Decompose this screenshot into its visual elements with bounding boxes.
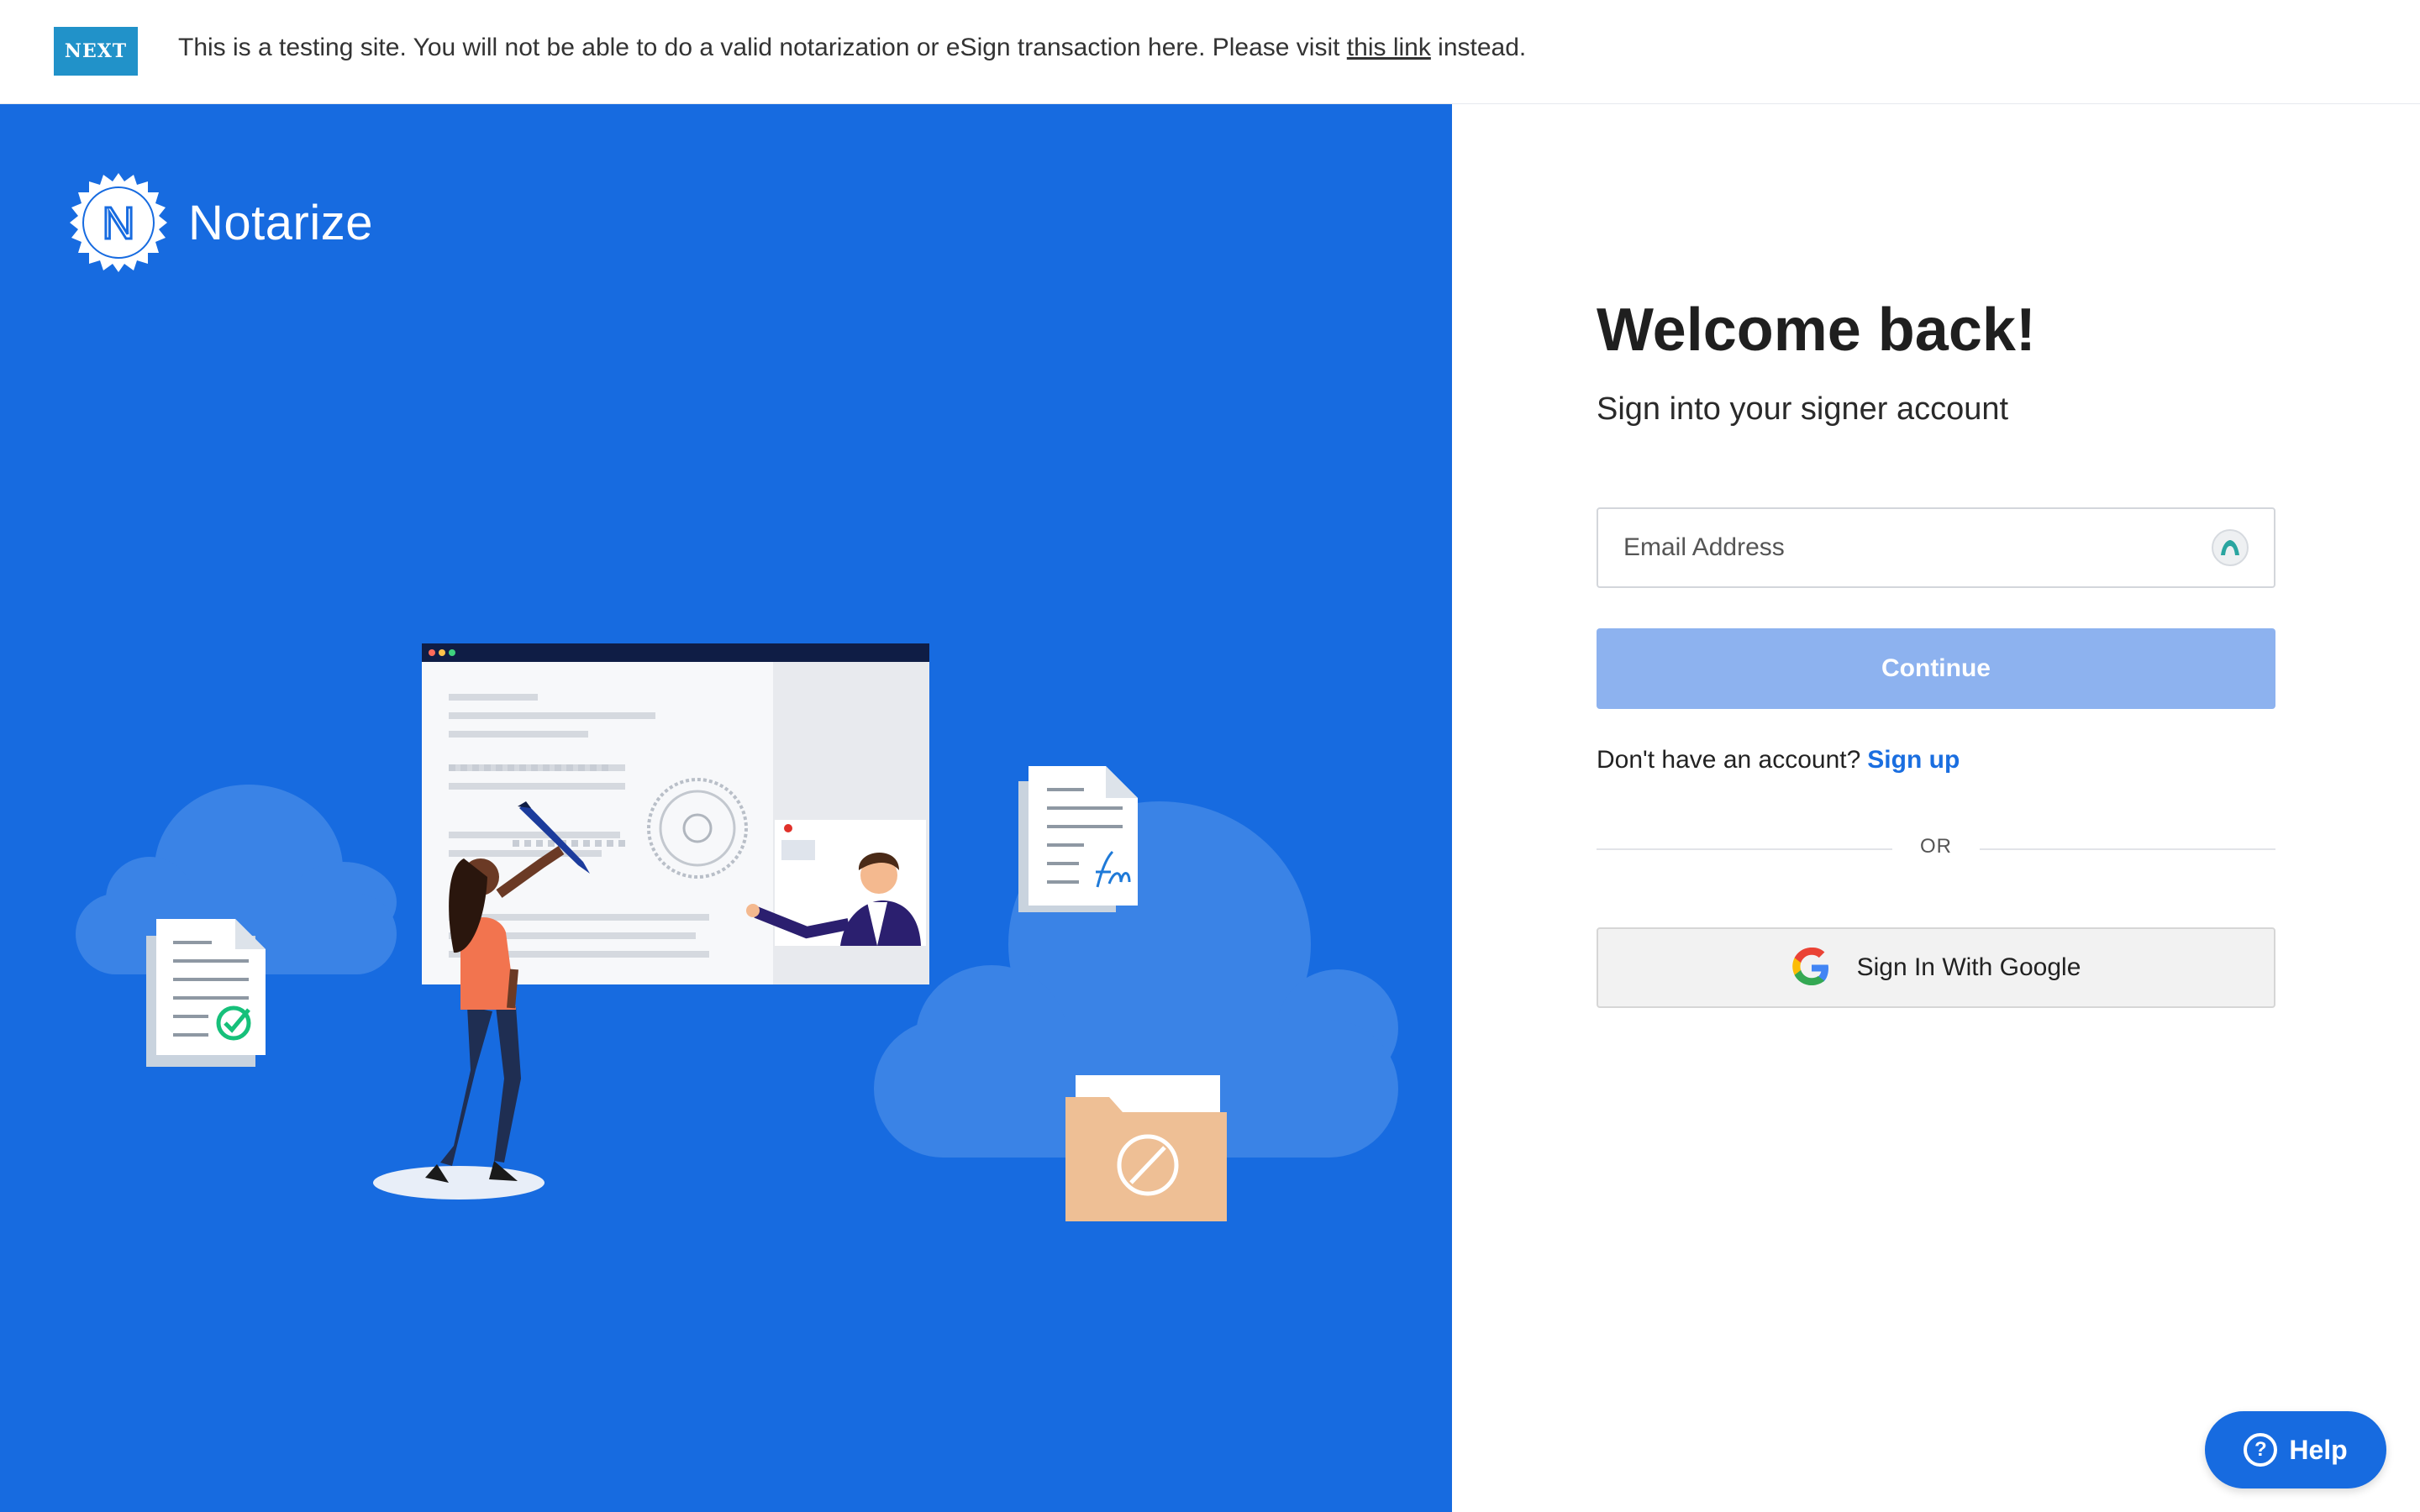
email-input[interactable]: [1623, 533, 2212, 562]
password-manager-glyph: [2221, 540, 2239, 555]
or-divider: OR: [1597, 835, 2275, 858]
notarize-logo[interactable]: N Notarize: [67, 171, 373, 274]
continue-button[interactable]: Continue: [1597, 628, 2275, 709]
hero-panel: N Notarize: [0, 104, 1452, 1512]
notarization-illustration: [76, 643, 1398, 1221]
document-check-icon: [146, 919, 266, 1067]
banner-message-start: This is a testing site. You will not be …: [178, 34, 1347, 61]
question-circle-icon: ?: [2244, 1433, 2278, 1467]
banner-message-end: instead.: [1430, 34, 1527, 61]
signup-prompt: Don't have an account? Sign up: [1597, 746, 1960, 774]
google-icon: [1791, 948, 1828, 985]
google-signin-button[interactable]: Sign In With Google: [1597, 927, 2275, 1008]
signed-document-icon: [1018, 766, 1138, 912]
testing-site-banner: NEXT This is a testing site. You will no…: [0, 0, 2420, 104]
folder-icon: [1065, 1075, 1227, 1221]
no-account-text: Don't have an account?: [1597, 746, 1861, 774]
divider-line-right: [1980, 848, 2275, 850]
login-panel: Welcome back! Sign into your signer acco…: [1452, 104, 2420, 1512]
help-label: Help: [2289, 1434, 2348, 1465]
signup-link[interactable]: Sign up: [1867, 746, 1960, 774]
banner-link[interactable]: this link: [1347, 34, 1431, 61]
email-field[interactable]: [1597, 507, 2275, 588]
google-signin-label: Sign In With Google: [1856, 953, 2081, 981]
brand-name: Notarize: [188, 195, 373, 250]
page-subtitle: Sign into your signer account: [1597, 391, 2009, 427]
logo-letter: N: [103, 198, 135, 249]
next-badge: NEXT: [54, 27, 138, 76]
help-button[interactable]: ? Help: [2205, 1411, 2386, 1488]
page-title: Welcome back!: [1597, 297, 2036, 364]
banner-message: This is a testing site. You will not be …: [178, 34, 1526, 62]
or-label: OR: [1920, 835, 1952, 858]
notarize-seal-icon: N: [70, 173, 167, 272]
password-manager-icon[interactable]: [2212, 529, 2249, 566]
